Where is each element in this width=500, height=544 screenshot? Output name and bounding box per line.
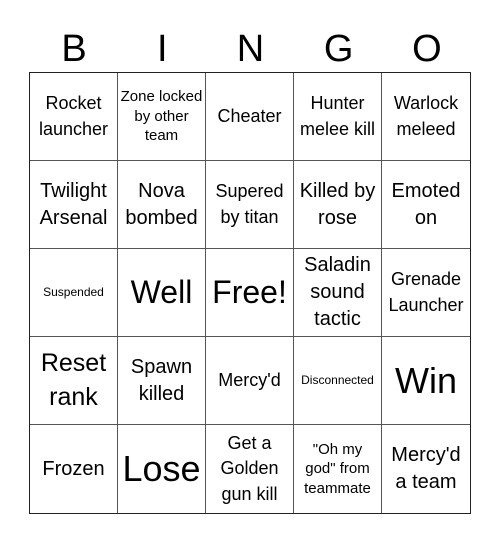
header-letter-o: O (412, 28, 442, 70)
bingo-cell[interactable]: Nova bombed (118, 161, 206, 249)
header-letter-i: I (157, 28, 168, 70)
bingo-cell[interactable]: Get a Golden gun kill (206, 425, 294, 513)
bingo-cell[interactable]: Spawn killed (118, 337, 206, 425)
bingo-cell[interactable]: Reset rank (30, 337, 118, 425)
bingo-cell[interactable]: Cheater (206, 73, 294, 161)
bingo-cell[interactable]: Rocket launcher (30, 73, 118, 161)
header-letter-b: B (61, 28, 87, 70)
bingo-cell[interactable]: Mercy'd (206, 337, 294, 425)
bingo-cell[interactable]: Frozen (30, 425, 118, 513)
bingo-cell[interactable]: Emoted on (382, 161, 470, 249)
bingo-cell[interactable]: Win (382, 337, 470, 425)
bingo-cell[interactable]: Zone locked by other team (118, 73, 206, 161)
header-letter-g: G (323, 28, 354, 70)
bingo-cell[interactable]: Killed by rose (294, 161, 382, 249)
bingo-cell[interactable]: Suspended (30, 249, 118, 337)
bingo-cell[interactable]: Lose (118, 425, 206, 513)
bingo-grid: Rocket launcher Zone locked by other tea… (29, 72, 471, 514)
free-space-cell[interactable]: Free! (206, 249, 294, 337)
bingo-cell[interactable]: Well (118, 249, 206, 337)
bingo-cell[interactable]: Supered by titan (206, 161, 294, 249)
bingo-cell[interactable]: "Oh my god" from teammate (294, 425, 382, 513)
bingo-cell[interactable]: Mercy'd a team (382, 425, 470, 513)
bingo-cell[interactable]: Warlock meleed (382, 73, 470, 161)
bingo-cell[interactable]: Disconnected (294, 337, 382, 425)
bingo-cell[interactable]: Twilight Arsenal (30, 161, 118, 249)
bingo-header: B I N G O (30, 26, 471, 72)
bingo-cell[interactable]: Grenade Launcher (382, 249, 470, 337)
header-letter-n: N (236, 28, 265, 70)
bingo-cell[interactable]: Hunter melee kill (294, 73, 382, 161)
bingo-cell[interactable]: Saladin sound tactic (294, 249, 382, 337)
